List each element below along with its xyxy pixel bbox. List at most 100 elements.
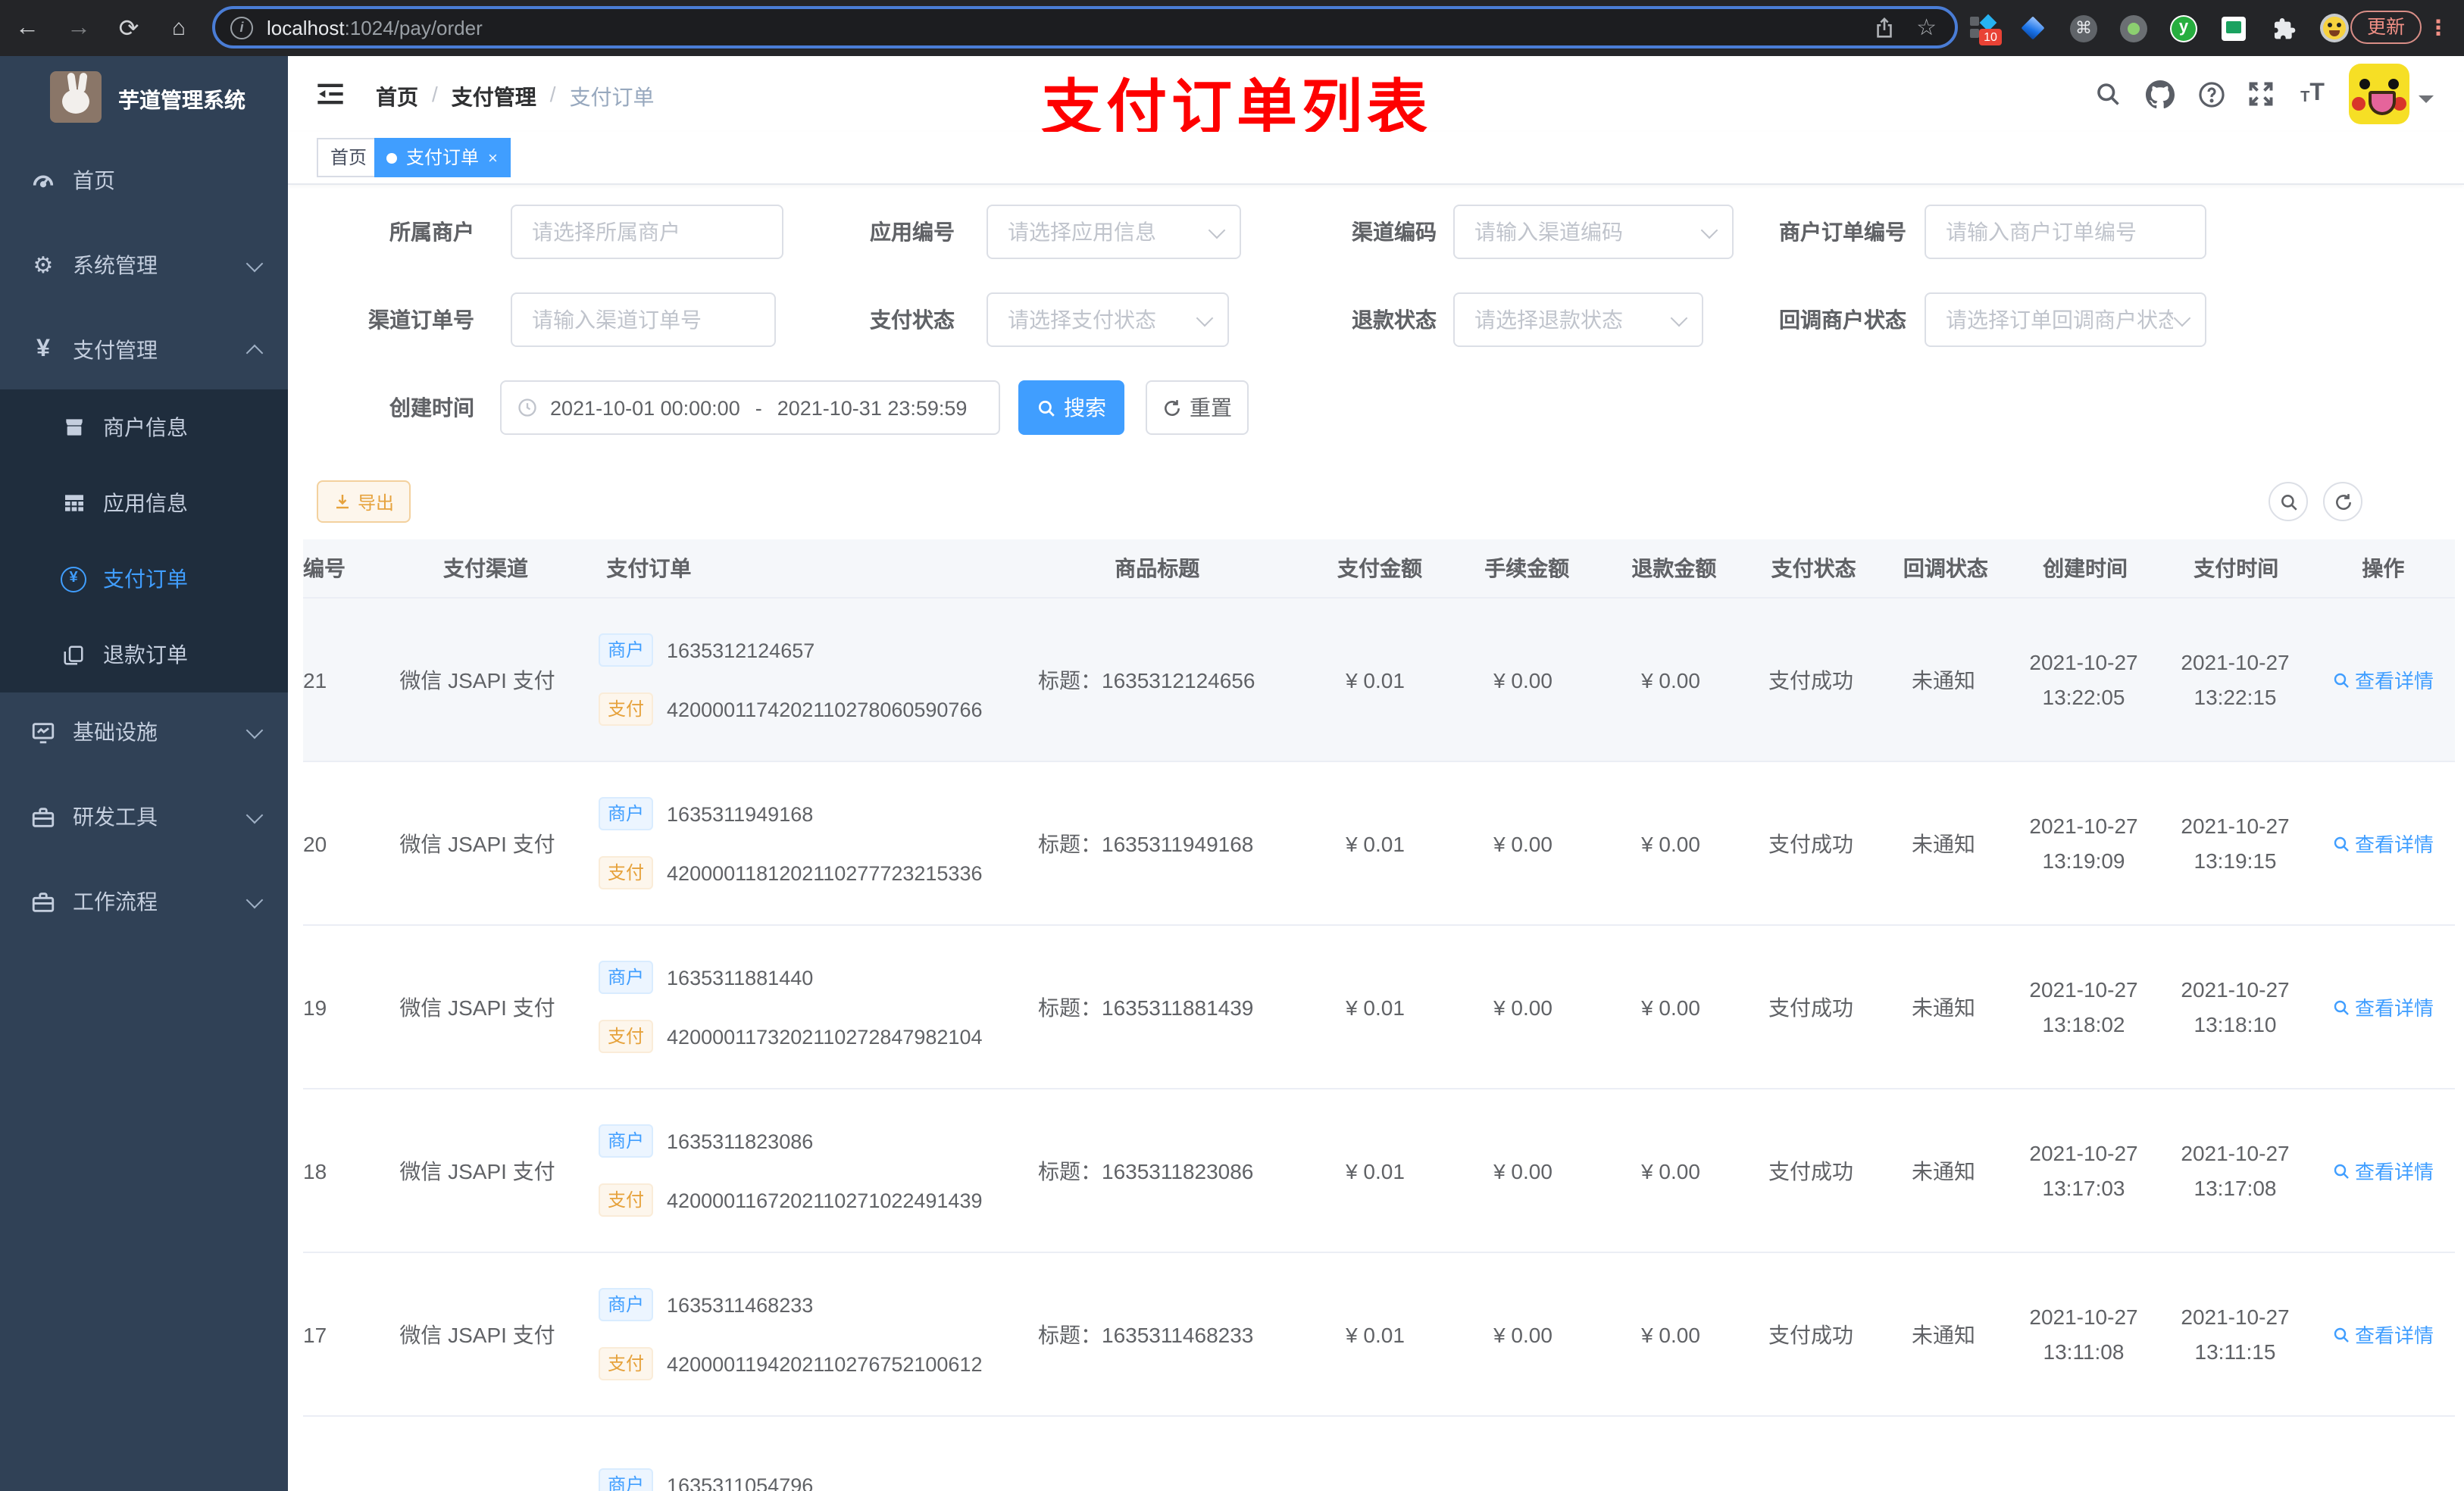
tag-pay-order[interactable]: 支付订单 × xyxy=(374,138,511,177)
refund-status-select[interactable]: 请选择退款状态 xyxy=(1453,292,1703,347)
col-actions: 操作 xyxy=(2362,556,2405,580)
avatar-caret-icon[interactable] xyxy=(2419,95,2434,111)
table-row: 17 微信 JSAPI 支付 商户 1635311468233 支付 42000… xyxy=(303,1253,2455,1417)
extension-badge-icon[interactable]: 10 xyxy=(1970,13,2002,45)
view-detail-link[interactable]: 查看详情 xyxy=(2332,992,2434,1021)
browser-forward-icon[interactable]: → xyxy=(64,14,94,42)
export-button[interactable]: 导出 xyxy=(317,480,411,523)
extension-kite-icon[interactable] xyxy=(2020,14,2047,42)
address-bar[interactable]: i localhost:1024/pay/order ☆ xyxy=(212,6,1958,48)
breadcrumb-home[interactable]: 首页 xyxy=(376,82,418,112)
channel-pay-no: 4200001173202110272847982104 xyxy=(667,1025,983,1048)
order-id: 18 xyxy=(303,1158,327,1183)
browser-reload-icon[interactable]: ⟳ xyxy=(114,13,144,43)
pay-amount: ¥ 0.01 xyxy=(1346,831,1405,855)
pay-status: 支付成功 xyxy=(1768,831,1853,855)
help-icon[interactable] xyxy=(2196,79,2226,109)
col-pay-order: 支付订单 xyxy=(606,556,692,580)
merchant-tag: 商户 xyxy=(599,961,654,994)
paid-time: 2021-10-27 13:19:15 xyxy=(2181,813,2290,872)
url-text: localhost:1024/pay/order xyxy=(267,16,483,39)
pay-order-cell: 商户 1635311468233 支付 42000011942021102767… xyxy=(583,1288,1000,1380)
view-detail-link[interactable]: 查看详情 xyxy=(2332,1156,2434,1185)
toggle-search-button[interactable] xyxy=(2269,482,2308,521)
sidebar-item-app-info[interactable]: 应用信息 xyxy=(0,465,288,541)
share-icon[interactable] xyxy=(1872,16,1895,39)
pay-status-select[interactable]: 请选择支付状态 xyxy=(987,292,1229,347)
profile-emoji-avatar[interactable] xyxy=(2320,14,2349,42)
sidebar-item-dev-tools[interactable]: 研发工具 xyxy=(0,777,288,856)
merchant-order-no: 1635311468233 xyxy=(667,1293,814,1316)
reset-button[interactable]: 重置 xyxy=(1146,380,1249,435)
sidebar-item-refund-order[interactable]: 退款订单 xyxy=(0,617,288,692)
sidebar-item-workflow[interactable]: 工作流程 xyxy=(0,862,288,941)
sidebar-item-system[interactable]: ⚙ 系统管理 xyxy=(0,226,288,305)
col-amount: 支付金额 xyxy=(1337,556,1423,580)
pay-order-cell: 商户 1635311949168 支付 42000011812021102777… xyxy=(583,797,1000,889)
product-title: 标题：1635311823086 xyxy=(1038,1158,1254,1183)
callback-status-select[interactable]: 请选择订单回调商户状态 xyxy=(1925,292,2206,347)
extensions-puzzle-icon[interactable] xyxy=(2270,14,2297,42)
sidebar-item-infrastructure[interactable]: 基础设施 xyxy=(0,692,288,771)
browser-home-icon[interactable]: ⌂ xyxy=(164,15,194,41)
app-logo-row[interactable]: 芋道管理系统 xyxy=(0,56,288,141)
merchant-input[interactable]: 请选择所属商户 xyxy=(511,205,783,259)
order-id: 20 xyxy=(303,831,327,855)
browser-back-icon[interactable]: ← xyxy=(12,14,42,42)
collapse-sidebar-icon[interactable] xyxy=(315,79,346,109)
fee-amount: ¥ 0.00 xyxy=(1493,1322,1553,1346)
extension-command-icon[interactable]: ⌘ xyxy=(2070,14,2097,42)
orders-table: 编号 支付渠道 支付订单 商品标题 支付金额 手续金额 退款金额 支付状态 回调… xyxy=(303,539,2455,1491)
pay-tag: 支付 xyxy=(599,856,654,889)
fee-amount: ¥ 0.00 xyxy=(1493,1158,1553,1183)
extension-y-icon[interactable]: y xyxy=(2170,14,2197,42)
sidebar-item-payment[interactable]: ¥ 支付管理 xyxy=(0,311,288,389)
view-detail-link[interactable]: 查看详情 xyxy=(2332,665,2434,694)
breadcrumb-pay-mgmt[interactable]: 支付管理 xyxy=(452,82,536,112)
refresh-button[interactable] xyxy=(2323,482,2362,521)
browser-update-button[interactable]: 更新 xyxy=(2350,11,2422,44)
merchant-order-no: 1635311881440 xyxy=(667,966,814,989)
channel-code-select[interactable]: 请输入渠道编码 xyxy=(1453,205,1734,259)
chevron-down-icon xyxy=(245,254,264,272)
col-created: 创建时间 xyxy=(2043,555,2128,580)
bookmark-star-icon[interactable]: ☆ xyxy=(1916,16,1937,39)
merchant-order-input[interactable]: 请输入商户订单编号 xyxy=(1925,205,2206,259)
toolbox-icon xyxy=(30,804,56,830)
fee-amount: ¥ 0.00 xyxy=(1493,831,1553,855)
sidebar-item-label: 支付订单 xyxy=(103,567,188,591)
merchant-tag: 商户 xyxy=(599,1288,654,1321)
search-button[interactable]: 搜索 xyxy=(1018,380,1124,435)
created-time: 2021-10-27 13:22:05 xyxy=(2029,649,2138,708)
sidebar-item-pay-order[interactable]: ¥ 支付订单 xyxy=(0,541,288,617)
site-info-icon[interactable]: i xyxy=(230,16,253,39)
pay-order-cell: 商户 1635311823086 支付 42000011672021102710… xyxy=(583,1124,1000,1217)
pay-tag: 支付 xyxy=(599,692,654,726)
view-detail-link[interactable]: 查看详情 xyxy=(2332,829,2434,858)
channel-order-input[interactable]: 请输入渠道订单号 xyxy=(511,292,776,347)
github-icon[interactable] xyxy=(2144,79,2175,109)
monitor-chart-icon xyxy=(30,719,56,745)
extension-record-icon[interactable] xyxy=(2120,14,2147,42)
tag-home[interactable]: 首页 xyxy=(317,138,381,177)
sidebar-item-merchant-info[interactable]: 商户信息 xyxy=(0,389,288,465)
extension-chat-icon[interactable] xyxy=(2220,14,2247,42)
paid-time: 2021-10-27 13:18:10 xyxy=(2181,977,2290,1036)
view-detail-link[interactable]: 查看详情 xyxy=(2332,1320,2434,1349)
sidebar-item-label: 研发工具 xyxy=(73,805,158,829)
sidebar-item-home[interactable]: 首页 xyxy=(0,141,288,220)
paid-time: 2021-10-27 13:22:15 xyxy=(2181,649,2290,708)
paid-time: 2021-10-27 13:17:08 xyxy=(2181,1140,2290,1199)
close-tag-icon[interactable]: × xyxy=(488,150,498,168)
search-icon[interactable] xyxy=(2093,79,2123,109)
font-size-icon[interactable]: TT xyxy=(2297,79,2328,109)
user-avatar[interactable] xyxy=(2349,64,2409,124)
date-range-input[interactable]: 2021-10-01 00:00:00 - 2021-10-31 23:59:5… xyxy=(500,380,1000,435)
sidebar-item-label: 退款订单 xyxy=(103,642,188,667)
pay-amount: ¥ 0.01 xyxy=(1346,1158,1405,1183)
browser-menu-icon[interactable]: ⋮ xyxy=(2428,11,2449,44)
table-header-row: 编号 支付渠道 支付订单 商品标题 支付金额 手续金额 退款金额 支付状态 回调… xyxy=(303,539,2455,599)
pay-order-icon: ¥ xyxy=(61,566,86,592)
fullscreen-icon[interactable] xyxy=(2246,79,2276,109)
app-select[interactable]: 请选择应用信息 xyxy=(987,205,1241,259)
